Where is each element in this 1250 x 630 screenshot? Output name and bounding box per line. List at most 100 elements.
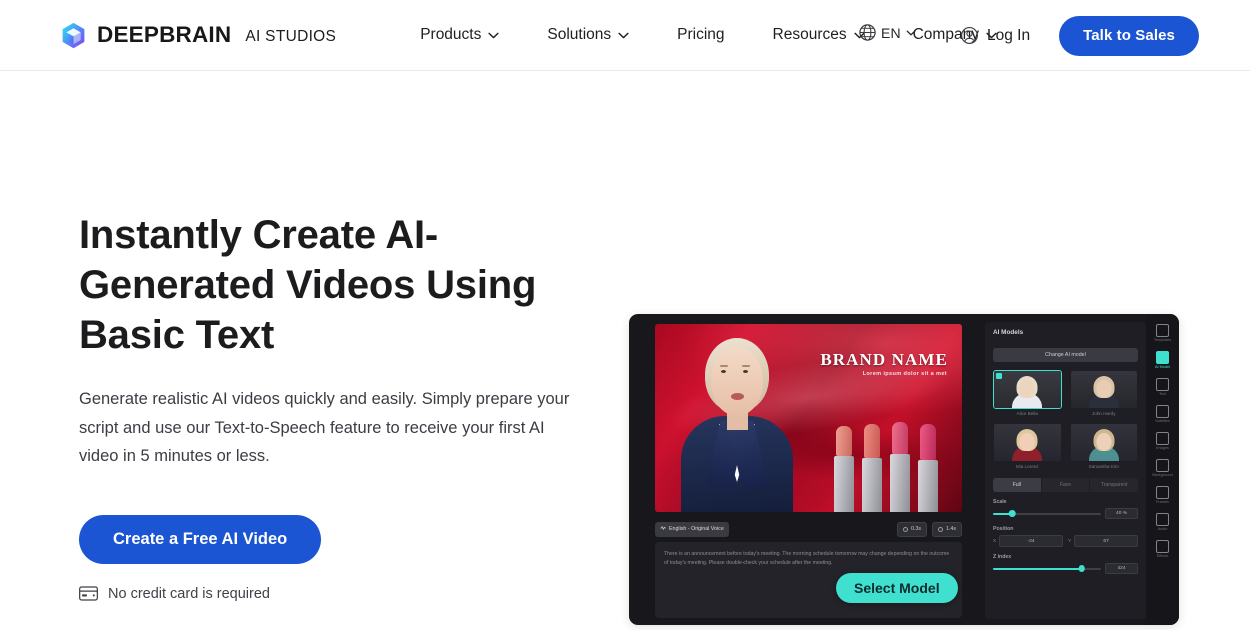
rail-item-subtitles[interactable]: Subtitles: [1148, 403, 1178, 425]
rail-item-background[interactable]: Background: [1148, 457, 1178, 479]
chevron-down-icon: [618, 26, 629, 44]
clip-duration-chip[interactable]: 1.4s: [931, 521, 962, 537]
tab-face[interactable]: Face: [1042, 478, 1091, 492]
main-navigation: Products Solutions Pricing Resources Com…: [396, 20, 1021, 50]
model-view-tabs: Full Face Transparent: [993, 478, 1138, 492]
rail-label: Frames: [1156, 500, 1169, 504]
hero-section: Instantly Create AI-Generated Videos Usi…: [0, 71, 1250, 630]
product-preview: BRAND NAME Lorem ipsum dolor sit a met E…: [629, 314, 1179, 625]
rail-label: Effects: [1156, 554, 1169, 558]
language-label: EN: [880, 24, 901, 41]
globe-icon: [858, 23, 877, 42]
rail-item-ai-model[interactable]: AI Model: [1148, 349, 1178, 371]
nav-label: Pricing: [677, 26, 725, 43]
model-card[interactable]: Mia Lorenz: [993, 423, 1062, 469]
position-x-value[interactable]: -24: [999, 535, 1063, 547]
rail-item-audio[interactable]: Audio: [1148, 511, 1178, 533]
pause-duration-chip[interactable]: 0.3s: [896, 521, 927, 537]
scale-value[interactable]: 40 %: [1105, 508, 1138, 519]
model-card[interactable]: Samantha Kim: [1070, 423, 1139, 469]
position-y-value[interactable]: 67: [1074, 535, 1138, 547]
talk-to-sales-button[interactable]: Talk to Sales: [1059, 15, 1199, 56]
site-header: DEEPBRAIN AI STUDIOS Products Solutions …: [0, 0, 1250, 71]
position-control: Position X -24 Y 67: [993, 526, 1138, 547]
zindex-control: Z index 424: [993, 554, 1138, 574]
script-text: There is an announcement before today's …: [664, 551, 950, 566]
chevron-down-icon: [488, 26, 499, 44]
rail-label: Subtitles: [1155, 419, 1170, 423]
video-canvas[interactable]: BRAND NAME Lorem ipsum dolor sit a met: [655, 324, 962, 512]
tab-transparent[interactable]: Transparent: [1090, 478, 1138, 492]
template-icon: [1156, 324, 1169, 337]
voice-language-chip[interactable]: English - Original Voice: [655, 521, 729, 537]
model-card[interactable]: Alice Bella: [993, 370, 1062, 416]
editor-tool-rail: Templates AI Model Text Subtitles Images: [1146, 314, 1179, 625]
nav-item-solutions[interactable]: Solutions: [523, 20, 653, 50]
cube-logo-icon: [59, 21, 88, 50]
model-card[interactable]: John Hardy: [1070, 370, 1139, 416]
product-lipsticks-graphic: [828, 414, 956, 512]
rail-label: Templates: [1153, 338, 1172, 342]
scale-control: Scale 40 %: [993, 499, 1138, 519]
position-label: Position: [993, 526, 1014, 532]
image-icon: [1156, 432, 1169, 445]
nav-item-pricing[interactable]: Pricing: [653, 20, 748, 50]
scale-label: Scale: [993, 499, 1007, 505]
language-selector[interactable]: EN: [858, 23, 916, 42]
select-model-button[interactable]: Select Model: [836, 573, 958, 603]
rail-label: AI Model: [1155, 365, 1170, 369]
login-link[interactable]: Log In: [960, 26, 1030, 45]
canvas-brand-tagline: Lorem ipsum dolor sit a met: [862, 371, 947, 377]
text-icon: [1156, 378, 1169, 391]
model-name: John Hardy: [1092, 411, 1116, 416]
pause-duration-label: 0.3s: [910, 526, 921, 532]
scale-slider[interactable]: [993, 510, 1101, 517]
canvas-brand-title: BRAND NAME: [820, 350, 948, 369]
avatar-icon: [1156, 351, 1169, 364]
position-x-key: X: [993, 538, 997, 544]
tab-full[interactable]: Full: [993, 478, 1042, 492]
sound-wave-icon: [660, 525, 666, 533]
nav-item-products[interactable]: Products: [396, 20, 523, 50]
nav-label: Products: [420, 26, 482, 43]
model-name: Mia Lorenz: [1015, 464, 1039, 469]
zindex-slider-knob[interactable]: [1078, 565, 1085, 572]
no-credit-card-note: No credit card is required: [79, 586, 599, 602]
nav-label: Resources: [772, 26, 847, 43]
change-ai-model-button[interactable]: Change AI model: [993, 348, 1138, 362]
scale-slider-knob[interactable]: [1009, 510, 1016, 517]
rail-item-images[interactable]: Images: [1148, 430, 1178, 452]
rail-item-effects[interactable]: Effects: [1148, 538, 1178, 560]
rail-item-templates[interactable]: Templates: [1148, 322, 1178, 344]
no-credit-card-label: No credit card is required: [108, 585, 270, 602]
rail-label: Audio: [1157, 527, 1168, 531]
hero-copy: Instantly Create AI-Generated Videos Usi…: [79, 71, 599, 602]
model-name: Samantha Kim: [1088, 464, 1119, 469]
ai-presenter-avatar: [675, 330, 801, 512]
voice-language-label: English - Original Voice: [669, 526, 724, 532]
hero-subtitle: Generate realistic AI videos quickly and…: [79, 390, 570, 465]
rail-label: Background: [1152, 473, 1173, 477]
rail-label: Text: [1159, 392, 1166, 396]
zindex-label: Z index: [993, 554, 1012, 560]
create-free-ai-video-button[interactable]: Create a Free AI Video: [79, 514, 322, 564]
clock-icon: [937, 526, 943, 532]
background-icon: [1156, 459, 1169, 472]
canvas-toolbar: English - Original Voice 0.3s 1.4s: [655, 520, 962, 538]
brand-logo-link[interactable]: DEEPBRAIN AI STUDIOS: [59, 21, 336, 50]
check-icon: [996, 373, 1002, 379]
rail-item-frames[interactable]: Frames: [1148, 484, 1178, 506]
frame-icon: [1156, 486, 1169, 499]
header-actions: EN Log In Talk to Sales: [859, 0, 1199, 71]
zindex-value[interactable]: 424: [1105, 563, 1138, 574]
rail-label: Images: [1156, 446, 1169, 450]
position-y-key: Y: [1068, 538, 1072, 544]
zindex-slider[interactable]: [993, 565, 1101, 572]
nav-label: Solutions: [547, 26, 612, 43]
user-circle-icon: [960, 26, 979, 45]
subtitle-icon: [1156, 405, 1169, 418]
brand-subtitle: AI STUDIOS: [245, 27, 337, 45]
credit-card-icon: [79, 586, 98, 601]
rail-item-text[interactable]: Text: [1148, 376, 1178, 398]
ai-models-panel: AI Models Change AI model Alice Bella Jo…: [985, 322, 1146, 619]
